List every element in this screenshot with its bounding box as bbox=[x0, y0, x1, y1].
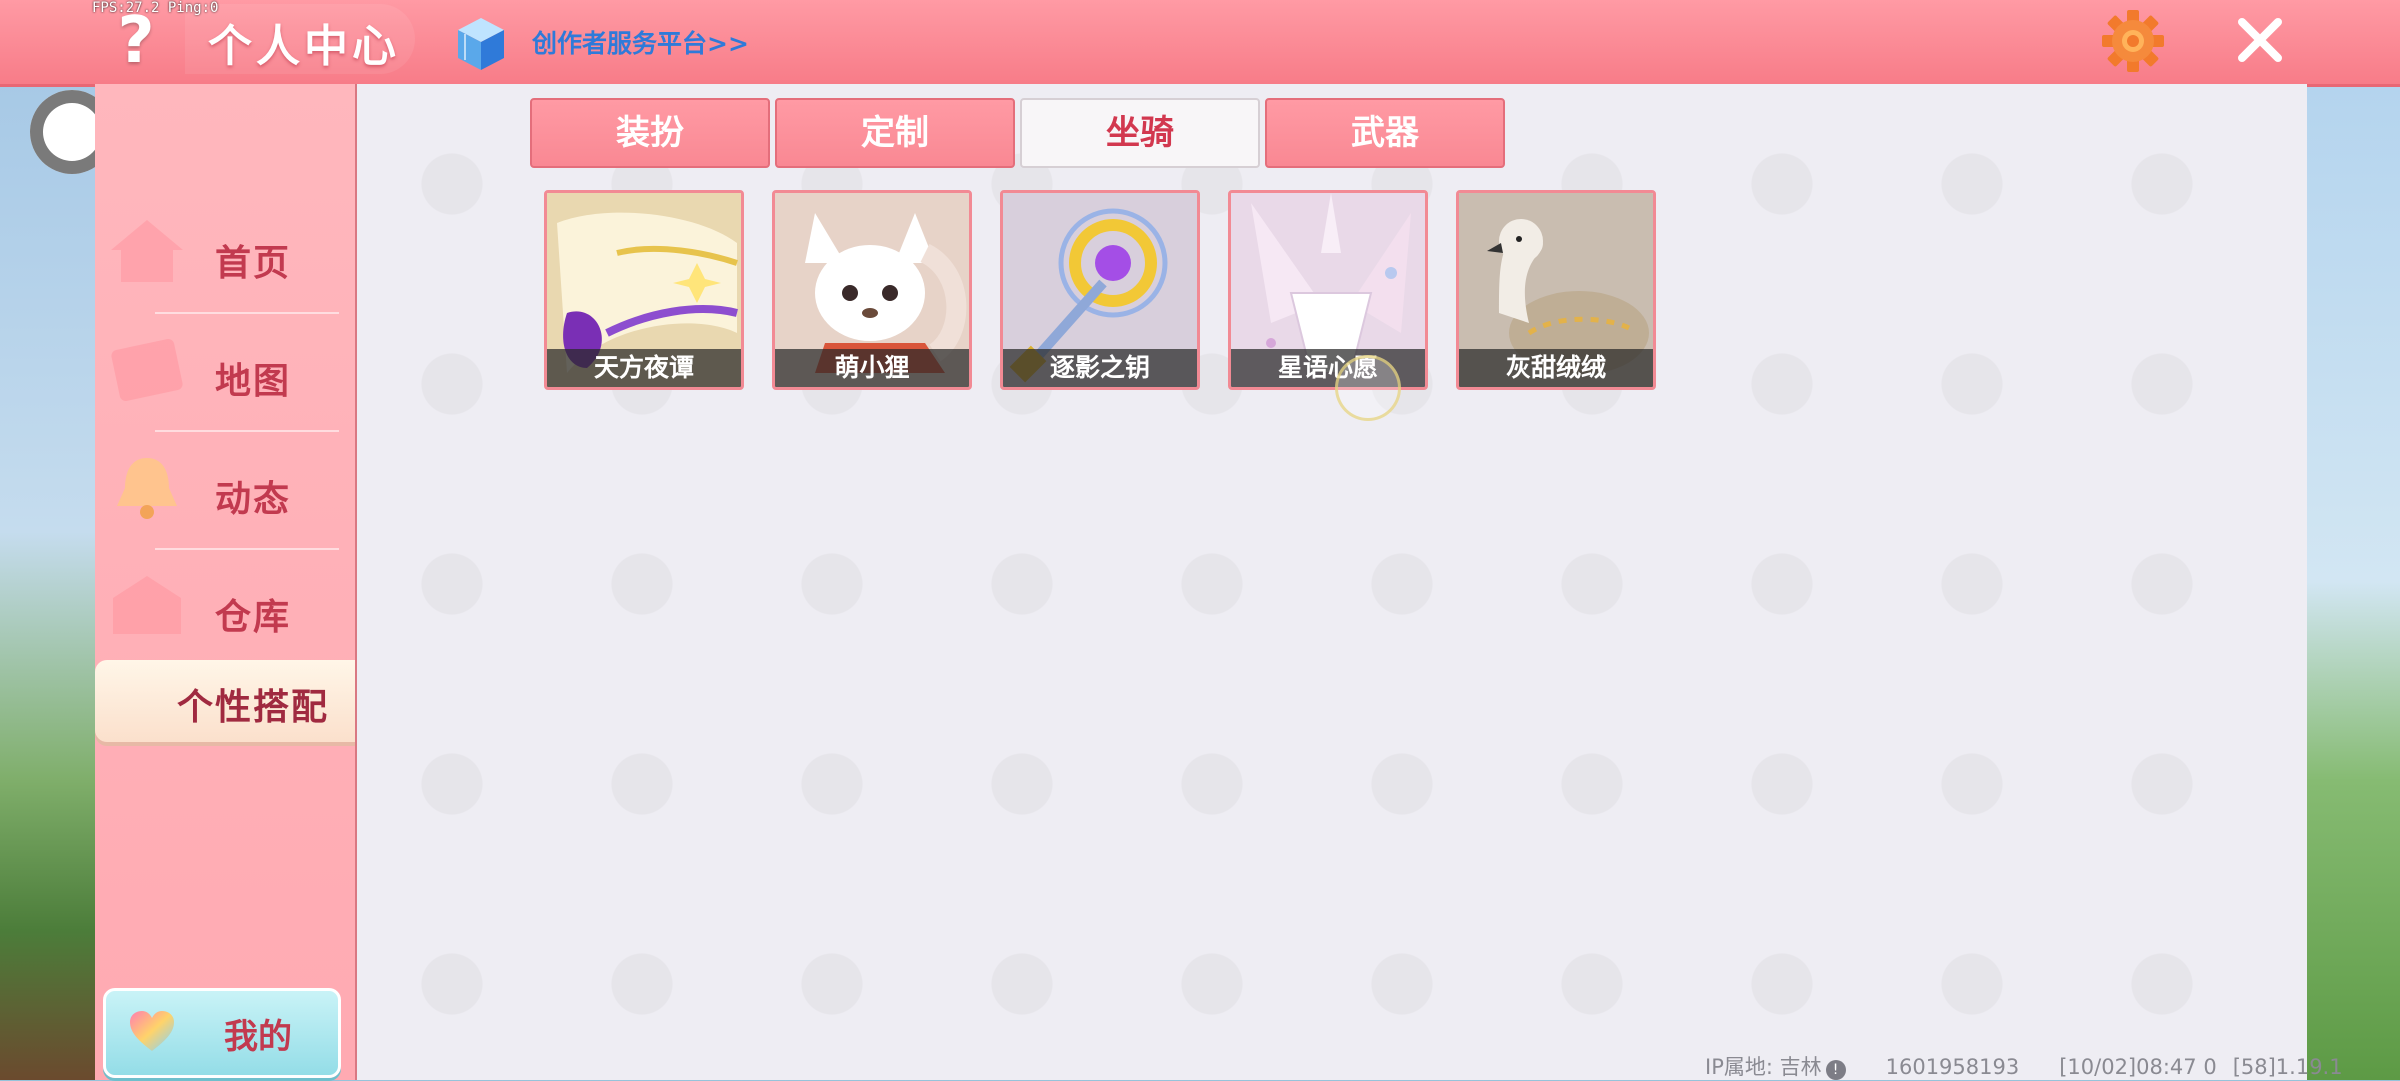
sidebar-item-label: 仓库 bbox=[215, 597, 292, 638]
status-bar: IP属地: 吉林! 1601958193 [10/02]08:47 0 [58]1.1… bbox=[1705, 1051, 2343, 1081]
page-title: 个人中心 bbox=[208, 21, 400, 72]
storage-icon bbox=[113, 576, 181, 634]
main-panel: 装扮 定制 坐骑 武器 天方夜谭 萌小狸 逐影之钥 星语心愿 灰甜绒绒 bbox=[355, 84, 2307, 1080]
sidebar-item-label: 首页 bbox=[215, 243, 292, 284]
sidebar-item-label: 个性搭配 bbox=[177, 687, 330, 728]
tab-custom[interactable]: 定制 bbox=[775, 98, 1015, 168]
heart-icon bbox=[130, 1011, 174, 1051]
help-button[interactable]: ? bbox=[108, 6, 164, 76]
sidebar-item-feed[interactable]: 动态 bbox=[95, 432, 355, 550]
item-card[interactable]: 萌小狸 bbox=[772, 190, 972, 390]
item-card[interactable]: 逐影之钥 bbox=[1000, 190, 1200, 390]
tab-outfit[interactable]: 装扮 bbox=[530, 98, 770, 168]
sidebar-item-styling[interactable]: 个性搭配 bbox=[95, 660, 355, 742]
item-name: 天方夜谭 bbox=[547, 349, 741, 387]
header-bar: FPS:27.2 Ping:0 ? 个人中心 创作者服务平台>> bbox=[0, 0, 2400, 87]
item-name: 灰甜绒绒 bbox=[1459, 349, 1653, 387]
mine-button[interactable]: 我的 bbox=[103, 988, 341, 1078]
map-icon bbox=[111, 339, 183, 401]
cube-icon[interactable] bbox=[456, 16, 506, 72]
tab-weapon[interactable]: 武器 bbox=[1265, 98, 1505, 168]
info-icon[interactable]: ! bbox=[1825, 1060, 1846, 1080]
touch-indicator bbox=[1335, 355, 1401, 421]
item-card[interactable]: 天方夜谭 bbox=[544, 190, 744, 390]
house-icon bbox=[111, 220, 183, 282]
item-name: 萌小狸 bbox=[775, 349, 969, 387]
sidebar-item-home[interactable]: 首页 bbox=[95, 196, 355, 314]
background-scene-left bbox=[0, 84, 95, 1080]
version: [58]1.19.1 bbox=[2232, 1055, 2343, 1079]
item-card[interactable]: 星语心愿 bbox=[1228, 190, 1428, 390]
bell-icon bbox=[117, 458, 177, 519]
close-icon[interactable] bbox=[2236, 12, 2284, 68]
timestamp: [10/02]08:47 0 bbox=[2059, 1055, 2217, 1079]
gear-icon[interactable] bbox=[2100, 8, 2166, 74]
sidebar-item-map[interactable]: 地图 bbox=[95, 314, 355, 432]
item-name: 逐影之钥 bbox=[1003, 349, 1197, 387]
sidebar: 首页 地图 动态 仓库 个性搭配 我的 bbox=[95, 84, 355, 1080]
sidebar-item-label: 地图 bbox=[215, 361, 292, 402]
sidebar-item-label: 动态 bbox=[215, 479, 292, 520]
item-card[interactable]: 灰甜绒绒 bbox=[1456, 190, 1656, 390]
ip-location: IP属地: 吉林 bbox=[1705, 1055, 1822, 1079]
creator-platform-link[interactable]: 创作者服务平台>> bbox=[532, 24, 749, 60]
mine-button-label: 我的 bbox=[224, 1017, 292, 1057]
background-scene-right bbox=[2305, 84, 2400, 1080]
user-id: 1601958193 bbox=[1885, 1055, 2020, 1079]
sidebar-item-warehouse[interactable]: 仓库 bbox=[95, 550, 355, 668]
tab-mount[interactable]: 坐骑 bbox=[1020, 98, 1260, 168]
